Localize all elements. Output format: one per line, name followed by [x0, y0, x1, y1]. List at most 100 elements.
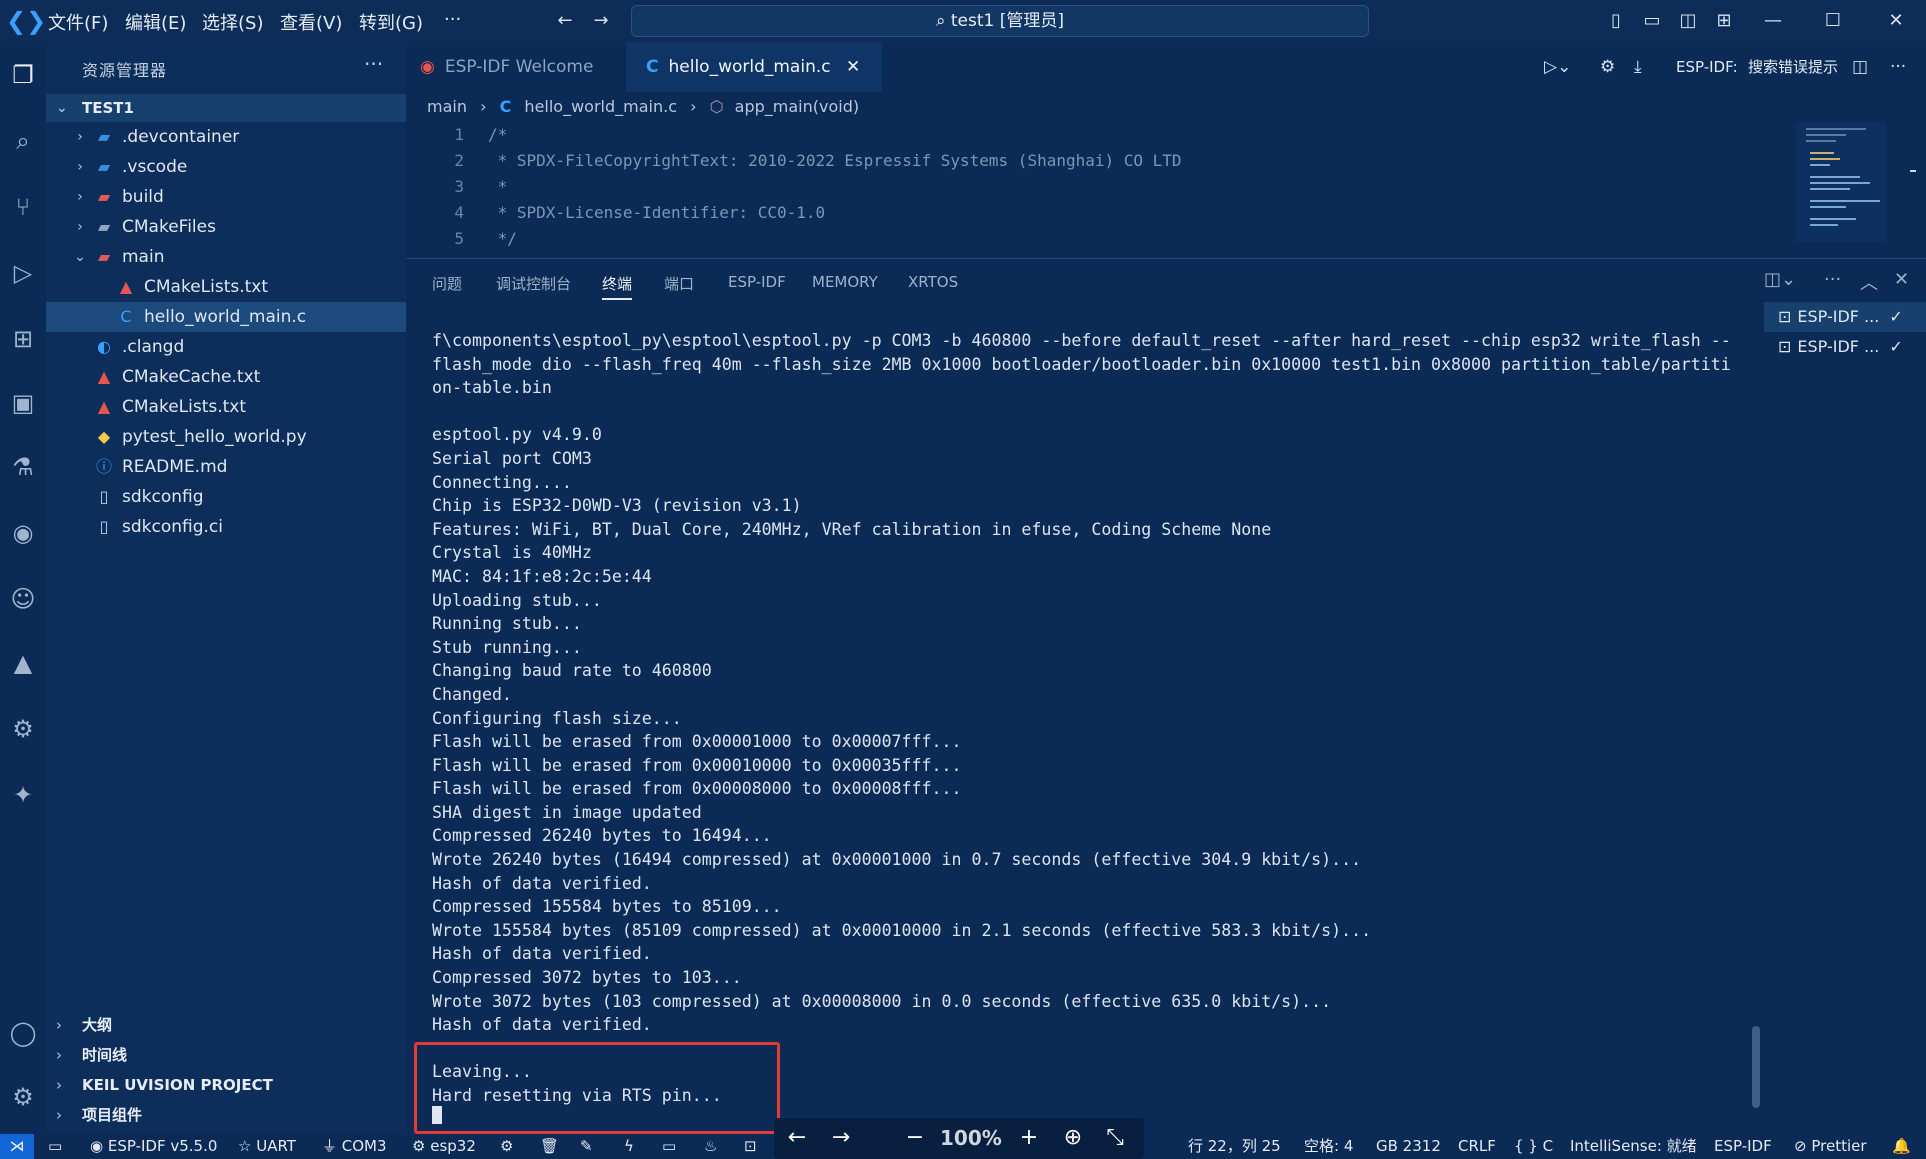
minimap[interactable] — [1796, 122, 1916, 258]
collapse-icon[interactable]: ⤡ — [1100, 1124, 1130, 1152]
command-center-search[interactable]: ⌕ test1 [管理员] — [631, 5, 1369, 37]
more-actions-icon[interactable]: ··· — [1824, 269, 1841, 290]
download-circle-icon[interactable]: ⊕ — [1058, 1124, 1088, 1152]
remote-explorer-icon[interactable]: ▣ — [6, 386, 40, 420]
toggle-panel-icon[interactable]: ▭ — [1639, 8, 1665, 34]
esp-idf-version[interactable]: ◉ ESP-IDF v5.5.0 — [90, 1134, 217, 1159]
menu-file[interactable]: 文件(F) — [48, 9, 108, 35]
tab-esp-idf-welcome[interactable]: ◉ ESP-IDF Welcome — [420, 42, 630, 92]
search-icon[interactable]: ⌕ — [6, 124, 40, 158]
uart-selector[interactable]: ☆ UART — [238, 1134, 296, 1159]
intellisense-status[interactable]: IntelliSense: 就绪 — [1570, 1134, 1697, 1159]
folder-icon[interactable]: ▭ — [48, 1134, 62, 1159]
tree-item[interactable]: › ▰ CMakeFiles — [46, 212, 406, 242]
code-line[interactable]: 2 * SPDX-FileCopyrightText: 2010-2022 Es… — [406, 148, 1786, 174]
flash-icon[interactable]: ϟ — [624, 1134, 634, 1159]
tree-item[interactable]: ⌄ ▰ main — [46, 242, 406, 272]
keil-project-section[interactable]: › KEIL UVISION PROJECT — [46, 1070, 406, 1100]
platformio-icon[interactable]: ▲ — [6, 646, 40, 680]
search-error-hint-button[interactable]: 搜索错误提示 — [1748, 42, 1838, 92]
cursor-position[interactable]: 行 22，列 25 — [1188, 1134, 1281, 1159]
customize-layout-icon[interactable]: ⊞ — [1711, 8, 1737, 34]
flame-icon[interactable]: ♨ — [704, 1134, 717, 1159]
terminal-scrollbar[interactable] — [1752, 1026, 1760, 1108]
full-clean-icon[interactable]: 🗑 — [540, 1134, 559, 1159]
device-manager-icon[interactable]: ⚙ — [6, 712, 40, 746]
line-ending[interactable]: CRLF — [1458, 1134, 1496, 1159]
tree-item[interactable]: ◆ pytest_hello_world.py — [46, 422, 406, 452]
code-editor[interactable]: 1 /* 2 * SPDX-FileCopyrightText: 2010-2022… — [406, 122, 1786, 258]
extensions-icon[interactable]: ⊞ — [6, 322, 40, 356]
run-action-icon[interactable]: ▷⌄ — [1544, 42, 1571, 92]
zoom-forward-arrow-icon[interactable]: → — [826, 1124, 856, 1152]
panel-tab-terminal[interactable]: 终端 — [602, 273, 633, 300]
forward-arrow-icon[interactable]: → — [588, 8, 614, 34]
code-line[interactable]: 4 * SPDX-License-Identifier: CC0-1.0 — [406, 200, 1786, 226]
stm32-icon[interactable]: ✦ — [6, 778, 40, 812]
tree-item[interactable]: › ▰ build — [46, 182, 406, 212]
close-panel-icon[interactable]: ✕ — [1894, 269, 1909, 290]
panel-tab-memory[interactable]: MEMORY — [812, 273, 878, 291]
zoom-in-icon[interactable]: + — [1014, 1124, 1044, 1152]
terminal-output[interactable]: f\components\esptool_py\esptool\esptool.… — [432, 329, 1926, 1108]
menu-more[interactable]: ··· — [444, 9, 461, 30]
zoom-out-icon[interactable]: − — [900, 1124, 930, 1152]
timeline-section[interactable]: › 时间线 — [46, 1040, 406, 1070]
toggle-sidebar-icon[interactable]: ▯ — [1603, 8, 1629, 34]
encoding[interactable]: GB 2312 — [1376, 1134, 1441, 1159]
terminal-item[interactable]: ⊡ ESP-IDF ... ✓ — [1764, 332, 1926, 362]
breadcrumb-file[interactable]: hello_world_main.c — [524, 97, 677, 116]
menu-goto[interactable]: 转到(G) — [359, 9, 423, 35]
target-selector[interactable]: ⚙ esp32 — [412, 1134, 476, 1159]
tree-item[interactable]: › ▰ .devcontainer — [46, 122, 406, 152]
tree-item[interactable]: ⓘ README.md — [46, 452, 406, 482]
build-wrench-icon[interactable]: ✎ — [580, 1134, 593, 1159]
menu-selection[interactable]: 选择(S) — [202, 9, 263, 35]
close-window-icon[interactable]: ✕ — [1883, 8, 1909, 34]
run-debug-icon[interactable]: ▷ — [6, 256, 40, 290]
explorer-more-button[interactable]: ··· — [364, 52, 383, 76]
menu-view[interactable]: 查看(V) — [280, 9, 342, 35]
toggle-secondary-sidebar-icon[interactable]: ◫ — [1675, 8, 1701, 34]
code-line[interactable]: 1 /* — [406, 122, 1786, 148]
espressif-icon[interactable]: ◉ — [6, 516, 40, 550]
outline-section[interactable]: › 大纲 — [46, 1010, 406, 1040]
prettier-status[interactable]: ⊘ Prettier — [1794, 1134, 1867, 1159]
monitor-icon[interactable]: ▭ — [662, 1134, 676, 1159]
tree-item[interactable]: ◐ .clangd — [46, 332, 406, 362]
tab-hello-world-main[interactable]: Chello_world_main.c ✕ — [626, 42, 882, 92]
settings-gear-icon[interactable]: ⚙ — [1600, 42, 1615, 92]
panel-tab-xrtos[interactable]: XRTOS — [908, 273, 958, 291]
esp-idf-status[interactable]: ESP-IDF — [1714, 1134, 1772, 1159]
maximize-panel-icon[interactable]: ︿ — [1860, 269, 1878, 295]
accounts-icon[interactable]: ◯ — [6, 1016, 40, 1050]
split-terminal-icon[interactable]: ◫⌄ — [1764, 269, 1796, 290]
manage-gear-icon[interactable]: ⚙ — [6, 1080, 40, 1114]
menu-edit[interactable]: 编辑(E) — [125, 9, 186, 35]
notifications-bell-icon[interactable]: 🔔 — [1892, 1134, 1911, 1159]
source-control-icon[interactable]: ⑂ — [6, 190, 40, 224]
breadcrumb-folder[interactable]: main — [427, 97, 467, 116]
download-icon[interactable]: ⤓ — [1634, 42, 1642, 92]
panel-tab-debug-console[interactable]: 调试控制台 — [496, 273, 571, 294]
tree-item[interactable]: › ▰ .vscode — [46, 152, 406, 182]
code-line[interactable]: 5 */ — [406, 226, 1786, 252]
panel-tab-esp-idf[interactable]: ESP-IDF — [728, 273, 786, 291]
code-line[interactable]: 3 * — [406, 174, 1786, 200]
language-mode[interactable]: { } C — [1514, 1134, 1553, 1159]
sdk-config-icon[interactable]: ⚙ — [500, 1134, 513, 1159]
minimize-icon[interactable]: — — [1760, 8, 1786, 34]
port-selector[interactable]: ⏚ COM3 — [322, 1134, 387, 1159]
tree-item[interactable]: ▯ sdkconfig — [46, 482, 406, 512]
maximize-icon[interactable]: ☐ — [1820, 8, 1846, 34]
indentation[interactable]: 空格: 4 — [1304, 1134, 1353, 1159]
remote-indicator-icon[interactable]: ⋊ — [0, 1134, 34, 1159]
breadcrumb-symbol[interactable]: app_main(void) — [735, 97, 859, 116]
tree-item[interactable]: ▲ CMakeCache.txt — [46, 362, 406, 392]
tree-item[interactable]: ▯ sdkconfig.ci — [46, 512, 406, 542]
tree-item[interactable]: ▲ CMakeLists.txt — [46, 272, 406, 302]
close-tab-icon[interactable]: ✕ — [846, 57, 860, 77]
back-arrow-icon[interactable]: ← — [552, 8, 578, 34]
project-components-section[interactable]: › 项目组件 — [46, 1100, 406, 1130]
tree-item[interactable]: ▲ CMakeLists.txt — [46, 392, 406, 422]
